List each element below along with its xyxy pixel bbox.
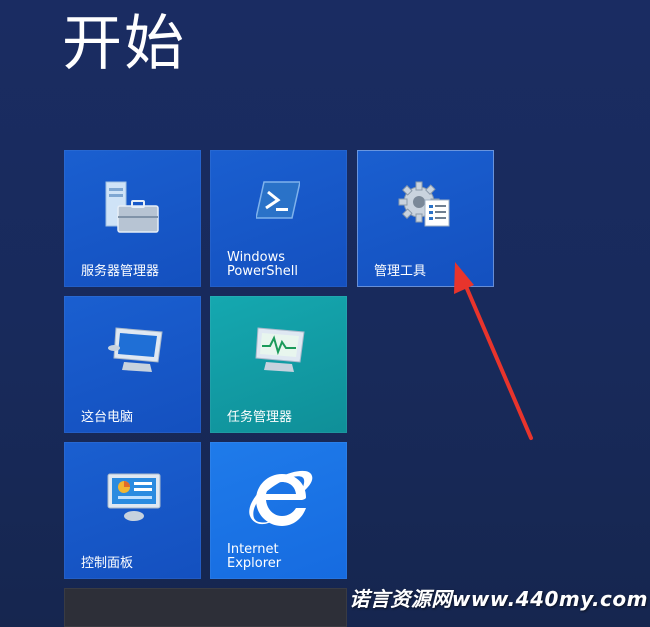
tile-administrative-tools[interactable]: 管理工具 [357,150,494,287]
tile-windows-powershell[interactable]: Windows PowerShell [210,150,347,287]
tile-server-manager[interactable]: 服务器管理器 [64,150,201,287]
tile-control-panel[interactable]: 控制面板 [64,442,201,579]
start-screen-title: 开始 [62,9,186,79]
tile-label: Internet Explorer [227,542,282,571]
tile-internet-explorer[interactable]: Internet Explorer [210,442,347,579]
tile-label: 控制面板 [81,556,134,571]
tile-task-manager[interactable]: 任务管理器 [210,296,347,433]
tile-partial[interactable] [64,588,347,627]
watermark: 诺言资源网www.440my.com [349,587,648,611]
tile-this-pc[interactable]: 这台电脑 [64,296,201,433]
tile-label: Windows PowerShell [227,250,299,279]
tile-label: 任务管理器 [227,410,293,425]
tile-label: 这台电脑 [81,410,134,425]
tile-label: 服务器管理器 [81,264,160,279]
tile-label: 管理工具 [374,264,427,279]
